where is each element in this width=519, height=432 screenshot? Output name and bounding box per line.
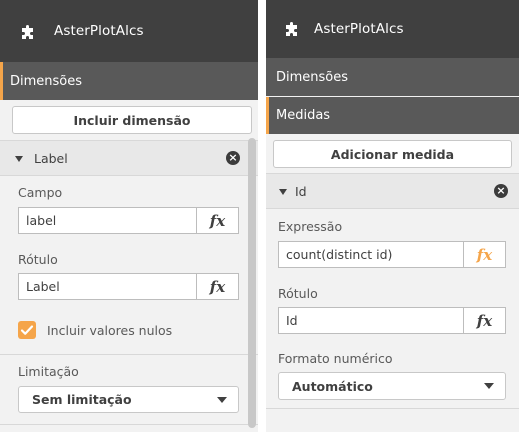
section-dimensions-label: Dimensões (276, 69, 349, 85)
add-measure-button[interactable]: Adicionar medida (273, 140, 512, 168)
field-fx-button[interactable]: fx (196, 208, 238, 233)
expression-fx-button[interactable]: fx (463, 242, 505, 267)
label-label: Rótulo (18, 252, 58, 267)
number-format-select[interactable]: Automático (278, 372, 506, 400)
extension-puzzle-icon (286, 22, 297, 36)
scrollbar[interactable] (248, 138, 256, 428)
dimension-item-label: Label (34, 150, 68, 166)
object-header: AsterPlotAlcs (0, 0, 258, 62)
limitation-select[interactable]: Sem limitação (18, 386, 239, 413)
label-input[interactable]: Id fx (278, 307, 506, 334)
section-measures[interactable]: Medidas (266, 97, 519, 134)
section-measures-label: Medidas (276, 108, 331, 123)
label-input-value: Id (286, 313, 298, 328)
section-dimensions[interactable]: Dimensões (0, 62, 258, 100)
object-header: AsterPlotAlcs (266, 0, 519, 58)
number-format-select-value: Automático (292, 378, 373, 394)
properties-panel-right: AsterPlotAlcs Dimensões Medidas Adiciona… (266, 0, 519, 432)
label-label: Rótulo (278, 286, 318, 301)
expression-input-value: count(distinct id) (286, 247, 393, 262)
add-dimension-button[interactable]: Incluir dimensão (12, 106, 252, 134)
divider (0, 354, 258, 355)
section-dimensions[interactable]: Dimensões (266, 58, 519, 96)
dropdown-caret-icon (484, 383, 494, 389)
label-fx-button[interactable]: fx (463, 308, 505, 333)
section-dimensions-label: Dimensões (10, 73, 83, 89)
number-format-label: Formato numérico (278, 351, 393, 366)
object-title: AsterPlotAlcs (54, 23, 144, 39)
measure-item-label: Id (295, 183, 307, 199)
label-input-value: Label (26, 279, 60, 294)
divider (266, 408, 519, 409)
extension-puzzle-icon (22, 25, 33, 39)
divider (0, 424, 258, 425)
field-input-value: label (26, 213, 57, 228)
dropdown-caret-icon (217, 396, 227, 403)
field-input[interactable]: label fx (18, 207, 239, 234)
object-title: AsterPlotAlcs (314, 21, 404, 37)
panel-gap (258, 0, 266, 432)
checkmark-icon (20, 325, 34, 335)
expression-input[interactable]: count(distinct id) fx (278, 241, 506, 268)
label-fx-button[interactable]: fx (196, 274, 238, 299)
field-label: Campo (18, 185, 63, 200)
include-nulls-checkbox[interactable] (18, 321, 36, 339)
delete-circle-icon[interactable]: × (494, 184, 508, 198)
collapse-triangle-icon[interactable] (15, 156, 23, 162)
limitation-select-value: Sem limitação (32, 392, 132, 407)
dimension-item-header[interactable]: Label × (0, 140, 258, 176)
collapse-triangle-icon[interactable] (279, 189, 287, 195)
limitation-label: Limitação (18, 364, 79, 379)
expression-label: Expressão (278, 219, 343, 234)
properties-panel-left: AsterPlotAlcs Dimensões Incluir dimensão… (0, 0, 258, 432)
include-nulls-label: Incluir valores nulos (47, 323, 173, 338)
delete-circle-icon[interactable]: × (226, 151, 240, 165)
measure-item-header[interactable]: Id × (266, 173, 519, 209)
label-input[interactable]: Label fx (18, 273, 239, 300)
